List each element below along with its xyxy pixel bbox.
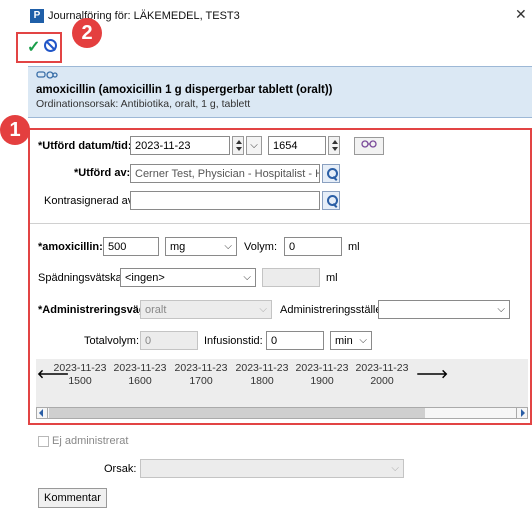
diluent-value: <ingen> (125, 272, 165, 284)
timeline-slot[interactable]: 2023-11-23 1600 (112, 362, 168, 388)
site-select[interactable]: ⌵ (378, 300, 510, 319)
diluent-label: Spädningsvätska: (38, 272, 125, 284)
timeline-slot[interactable]: 2023-11-23 2000 (354, 362, 410, 388)
infusion-time-input[interactable]: 0 (266, 331, 324, 350)
not-administered-label: Ej administrerat (52, 435, 129, 447)
scroll-right-icon[interactable] (516, 407, 528, 419)
dose-unit-select[interactable]: mg ⌵ (165, 237, 237, 256)
performed-by-label: *Utförd av: (74, 167, 131, 179)
scroll-left-icon[interactable] (36, 407, 48, 419)
diluent-volume-unit: ml (326, 272, 338, 284)
diluent-volume-input (262, 268, 320, 287)
cosigned-by-label: Kontrasignerad av: (44, 195, 137, 207)
drug-dose-label: *amoxicillin: (38, 241, 103, 253)
app-icon: P (30, 9, 44, 23)
time-spinner[interactable] (328, 136, 340, 155)
site-label: Administreringsställe: (280, 304, 385, 316)
comment-button[interactable]: Kommentar (38, 488, 107, 508)
infusion-time-label: Infusionstid: (204, 335, 263, 347)
section-divider (30, 223, 530, 224)
route-label: *Administreringsväg: (38, 304, 150, 316)
volume-label: Volym: (244, 241, 278, 253)
route-select: oralt ⌵ (140, 300, 272, 319)
timeline-forward-arrow-icon[interactable]: 🡒 (416, 366, 448, 381)
medication-lookup-button[interactable] (354, 137, 384, 155)
total-volume-input: 0 (140, 331, 198, 350)
volume-input[interactable]: 0 (284, 237, 342, 256)
timeline-slot[interactable]: 2023-11-23 1800 (234, 362, 290, 388)
timeline-slot-time: 1700 (189, 375, 213, 387)
medication-glasses-icon (360, 140, 378, 151)
chevron-down-icon: ⌵ (224, 241, 232, 252)
scrollbar-thumb[interactable] (49, 408, 425, 418)
date-spinner[interactable] (232, 136, 244, 155)
callout-badge-2: 2 (72, 18, 102, 48)
time-input[interactable]: 1654 (268, 136, 326, 155)
timeline-slot-time: 1500 (68, 375, 92, 387)
timeline-slot-date: 2023-11-23 (113, 362, 167, 374)
cancel-prohibit-icon[interactable] (44, 39, 57, 52)
reason-select: ⌵ (140, 459, 404, 478)
close-icon[interactable]: ✕ (515, 6, 527, 23)
infusion-unit-select[interactable]: min ⌵ (330, 331, 372, 350)
chevron-down-icon: ⌵ (259, 304, 267, 315)
total-volume-label: Totalvolym: (84, 335, 140, 347)
route-value: oralt (145, 304, 167, 316)
timeline-slot[interactable]: 2023-11-23 1700 (173, 362, 229, 388)
diluent-select[interactable]: <ingen> ⌵ (120, 268, 256, 287)
reason-label: Orsak: (104, 463, 137, 475)
chevron-down-icon: ⌵ (250, 140, 258, 151)
callout-badge-1: 1 (0, 115, 30, 145)
performed-datetime-label: *Utförd datum/tid: (38, 140, 132, 152)
timeline-slot-date: 2023-11-23 (355, 362, 409, 374)
timeline-slot[interactable]: 2023-11-23 1900 (294, 362, 350, 388)
infusion-unit-value: min (335, 335, 353, 347)
timeline-slot-date: 2023-11-23 (235, 362, 289, 374)
dose-unit-value: mg (170, 241, 186, 253)
timeline-slot-time: 1900 (310, 375, 334, 387)
cosigned-by-search-icon[interactable] (322, 191, 340, 210)
chevron-down-icon: ⌵ (497, 304, 505, 315)
order-title: amoxicillin (amoxicillin 1 g dispergerba… (36, 84, 333, 96)
performed-by-input[interactable]: Cerner Test, Physician - Hospitalist - H… (130, 164, 320, 183)
timeline-slot-time: 1600 (128, 375, 152, 387)
timeline-slot-date: 2023-11-23 (53, 362, 107, 374)
date-dropdown-button[interactable]: ⌵ (246, 136, 262, 155)
volume-unit: ml (348, 241, 360, 253)
timeline-slot-time: 2000 (370, 375, 394, 387)
chevron-down-icon: ⌵ (391, 463, 399, 474)
cosigned-by-input[interactable] (130, 191, 320, 210)
order-subtitle: Ordinationsorsak: Antibiotika, oralt, 1 … (36, 98, 251, 110)
chevron-down-icon: ⌵ (359, 335, 367, 346)
timeline-slot-time: 1800 (250, 375, 274, 387)
chevron-down-icon: ⌵ (243, 272, 251, 283)
timeline-slot-date: 2023-11-23 (295, 362, 349, 374)
timeline-slot[interactable]: 2023-11-23 1500 (52, 362, 108, 388)
date-input[interactable]: 2023-11-23 (130, 136, 230, 155)
timeline-slot-date: 2023-11-23 (174, 362, 228, 374)
dose-input[interactable]: 500 (103, 237, 159, 256)
medication-icon (36, 69, 58, 84)
performed-by-search-icon[interactable] (322, 164, 340, 183)
not-administered-checkbox[interactable] (38, 436, 49, 447)
save-checkmark-icon[interactable]: ✓ (27, 37, 40, 57)
